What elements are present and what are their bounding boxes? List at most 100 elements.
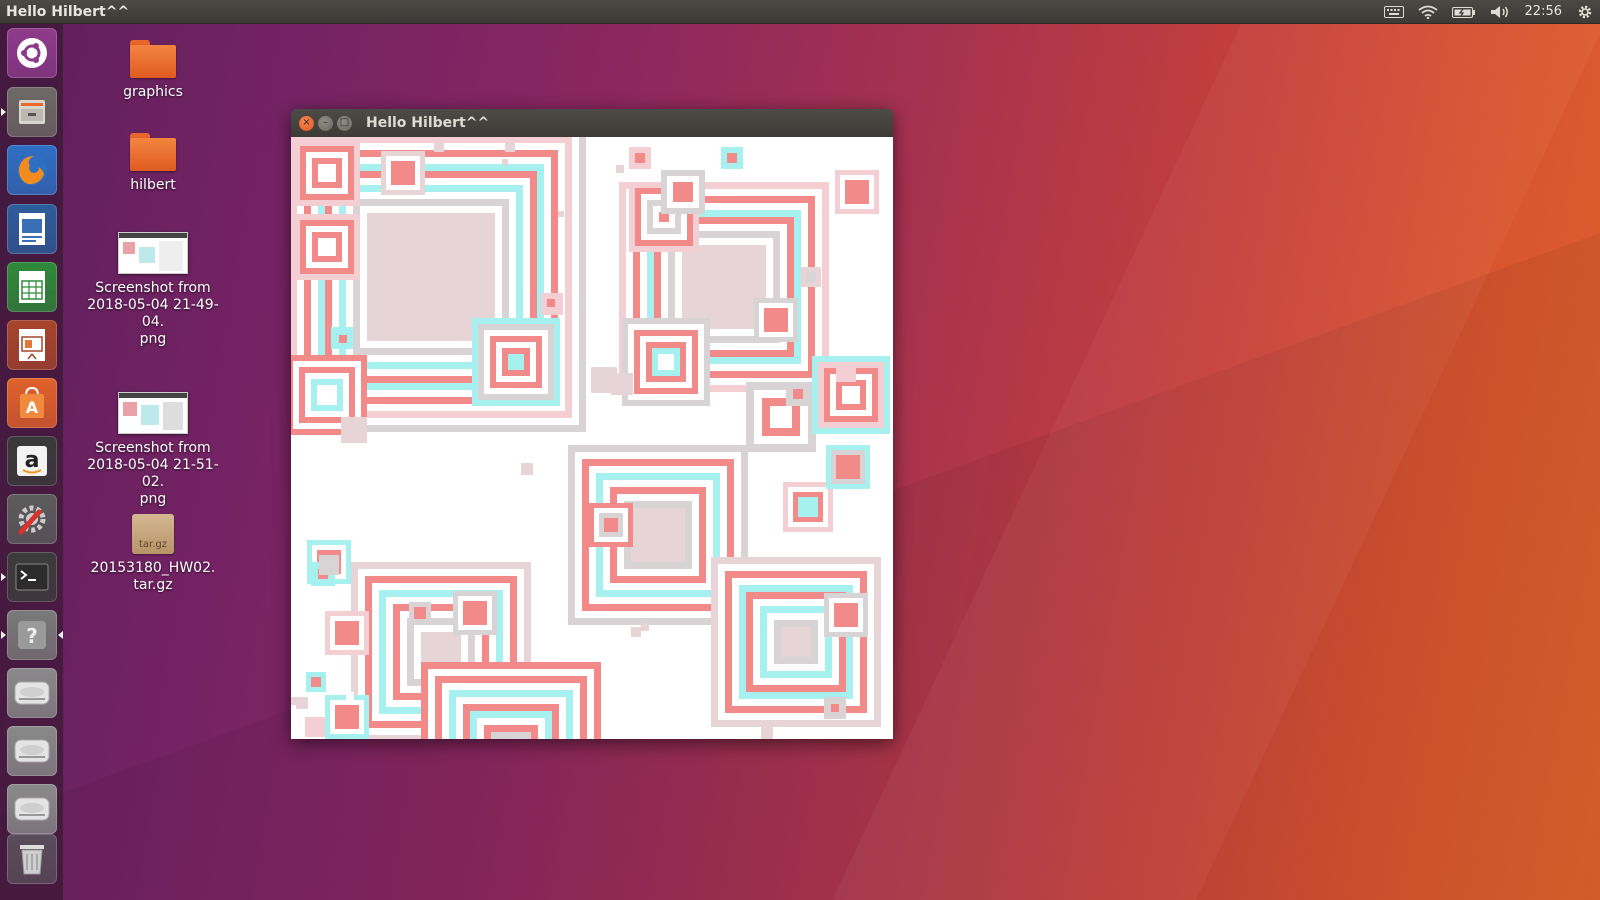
trash-icon	[16, 841, 48, 877]
active-window-title: Hello Hilbert^^	[6, 3, 130, 20]
svg-text:A: A	[26, 398, 39, 417]
art-square	[558, 211, 564, 217]
drive-icon	[13, 794, 51, 824]
desktop-icon-label: Screenshot from 2018-05-04 21-51-02. png	[87, 440, 219, 507]
art-square	[798, 497, 818, 517]
art-square	[806, 272, 816, 282]
maximize-icon: □	[339, 117, 350, 128]
hilbert-canvas[interactable]	[291, 137, 893, 739]
terminal-icon	[15, 562, 49, 592]
art-square	[604, 518, 618, 532]
hilbert-window: × – □ Hello Hilbert^^	[291, 109, 893, 739]
clock[interactable]: 22:56	[1517, 4, 1570, 19]
art-square	[502, 159, 508, 165]
art-square	[834, 603, 858, 627]
maximize-button[interactable]: □	[337, 115, 352, 131]
amazon-icon: a	[15, 444, 49, 478]
launcher-item-software-center[interactable]: A	[7, 378, 57, 428]
folder-icon	[130, 40, 176, 78]
desktop-file-screenshot-1[interactable]: Screenshot from 2018-05-04 21-49-04. png	[83, 232, 223, 348]
art-square	[305, 717, 325, 737]
gear-icon[interactable]	[1570, 0, 1600, 24]
file-cabinet-icon	[15, 95, 49, 129]
art-square	[491, 732, 531, 739]
desktop-folder-graphics[interactable]: graphics	[83, 40, 223, 101]
wrench-gear-icon	[15, 502, 49, 536]
focus-indicator	[58, 631, 63, 639]
running-indicator	[1, 573, 6, 581]
shopping-bag-icon: A	[15, 385, 49, 421]
archive-icon: tar.gz	[132, 514, 174, 554]
launcher-item-files[interactable]	[1, 87, 57, 137]
close-icon: ×	[302, 117, 311, 128]
wifi-icon[interactable]	[1411, 0, 1445, 24]
art-square	[463, 601, 487, 625]
launcher-item-libreoffice-writer[interactable]	[7, 204, 57, 254]
art-square	[631, 627, 641, 637]
launcher-item-drive-2[interactable]	[7, 726, 57, 776]
keyboard-icon[interactable]	[1377, 0, 1411, 24]
art-square	[845, 180, 869, 204]
art-square	[505, 142, 515, 152]
launcher-item-ubuntu-dash[interactable]	[7, 28, 57, 78]
desktop-file-screenshot-2[interactable]: Screenshot from 2018-05-04 21-51-02. png	[83, 392, 223, 508]
window-titlebar[interactable]: × – □ Hello Hilbert^^	[291, 109, 893, 137]
firefox-icon	[14, 152, 50, 188]
art-square	[842, 386, 860, 404]
launcher-item-amazon[interactable]: a	[7, 436, 57, 486]
art-square	[341, 417, 367, 443]
art-square	[673, 182, 693, 202]
launcher-item-libreoffice-impress[interactable]	[7, 320, 57, 370]
art-square	[318, 238, 336, 256]
launcher-item-libreoffice-calc[interactable]	[7, 262, 57, 312]
launcher-item-drive-3[interactable]	[7, 784, 57, 834]
launcher-item-help[interactable]: ?	[1, 610, 63, 660]
volume-icon[interactable]	[1483, 0, 1517, 24]
desktop-icon-label: graphics	[123, 84, 183, 100]
art-square	[631, 508, 685, 562]
archive-badge: tar.gz	[138, 539, 168, 550]
art-square	[508, 354, 524, 370]
art-square	[434, 142, 444, 152]
window-title: Hello Hilbert^^	[366, 115, 490, 131]
art-square	[311, 677, 321, 687]
launcher-item-terminal[interactable]	[1, 552, 57, 602]
art-square	[658, 354, 674, 370]
art-square	[547, 299, 555, 307]
art-square	[793, 389, 803, 399]
ubuntu-logo-icon	[15, 36, 49, 70]
drive-icon	[13, 736, 51, 766]
launcher-item-drive-1[interactable]	[7, 668, 57, 718]
art-square	[291, 697, 299, 705]
question-icon: ?	[15, 618, 49, 652]
launcher: Aa?	[0, 24, 64, 900]
desktop-file-archive[interactable]: tar.gz 20153180_HW02. tar.gz	[83, 514, 223, 594]
writer-icon	[17, 211, 47, 247]
top-panel: Hello Hilbert^^ 22:56	[0, 0, 1600, 24]
close-button[interactable]: ×	[299, 115, 314, 131]
battery-icon[interactable]	[1445, 0, 1483, 24]
art-square	[616, 165, 624, 173]
minimize-button[interactable]: –	[318, 115, 333, 131]
art-square	[635, 153, 645, 163]
desktop-folder-hilbert[interactable]: hilbert	[83, 133, 223, 194]
launcher-item-firefox[interactable]	[7, 145, 57, 195]
art-square	[318, 164, 336, 182]
calc-icon	[17, 269, 47, 305]
hilbert-drawing	[291, 137, 890, 739]
minimize-icon: –	[323, 117, 328, 128]
running-indicator	[1, 631, 6, 639]
art-square	[521, 463, 533, 475]
running-indicator	[1, 108, 6, 116]
desktop-icon-label: Screenshot from 2018-05-04 21-49-04. png	[87, 280, 219, 347]
art-square	[391, 161, 415, 185]
desktop-icon-label: 20153180_HW02. tar.gz	[90, 560, 216, 593]
art-square	[414, 607, 426, 619]
launcher-item-system-settings[interactable]	[7, 494, 57, 544]
art-square	[591, 367, 617, 393]
art-square	[335, 705, 359, 729]
indicator-area: 22:56	[1377, 0, 1600, 24]
art-square	[346, 692, 354, 700]
launcher-item-trash[interactable]	[7, 834, 57, 884]
art-square	[339, 335, 347, 343]
